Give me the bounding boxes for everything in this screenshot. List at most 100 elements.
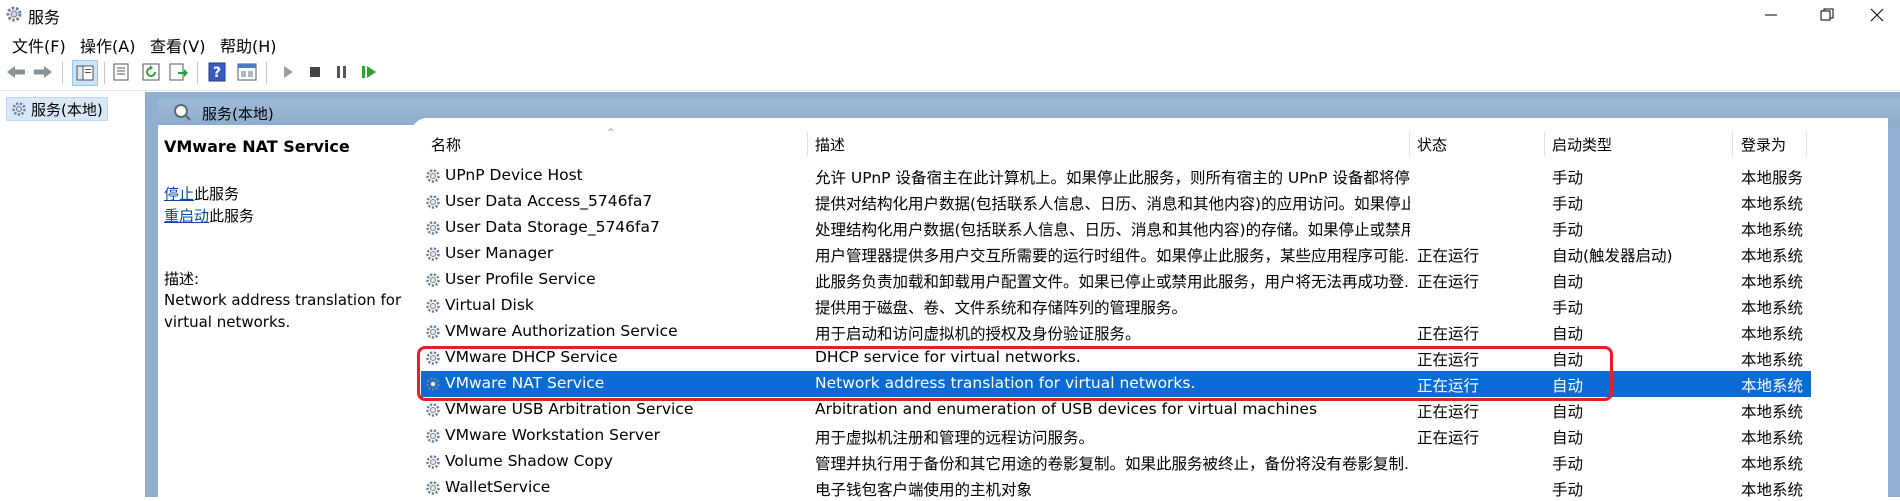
service-description-cell: 提供对结构化用户数据(包括联系人信息、日历、消息和其他内容)的应用访问。如果停止… [815,195,1410,213]
service-name-cell: WalletService [445,478,551,496]
console-tree: 服务(本地) [0,92,146,497]
start-service-icon[interactable] [276,60,300,84]
service-description-cell: Arbitration and enumeration of USB devic… [815,400,1318,418]
service-logon-cell: 本地系统 [1741,273,1804,291]
service-description-cell: 处理结构化用户数据(包括联系人信息、日历、消息和其他内容)的存储。如果停止或禁用… [815,221,1410,239]
service-name-cell: VMware Authorization Service [445,322,678,340]
services-gear-icon [4,4,24,24]
tree-node-services-local[interactable]: 服务(本地) [6,97,108,121]
service-logon-cell: 本地系统 [1741,377,1804,395]
toolbar-separator [104,62,105,84]
tree-node-label: 服务(本地) [31,100,103,119]
column-header-status[interactable]: 状态 [1417,134,1447,156]
service-name-cell: VMware Workstation Server [445,426,660,444]
service-startup-type-cell: 自动 [1552,325,1584,343]
service-startup-type-cell: 自动 [1552,273,1584,291]
service-name-cell: Virtual Disk [445,296,534,314]
service-gear-icon [424,167,442,189]
show-hide-console-tree-icon[interactable] [72,60,98,86]
service-status-cell: 正在运行 [1417,273,1480,291]
table-row[interactable]: VMware Authorization Service 用于启动和访问虚拟机的授… [421,319,1811,345]
service-logon-cell: 本地系统 [1741,351,1804,369]
menu-file[interactable]: 文件(F) [12,33,66,57]
refresh-icon[interactable] [139,60,163,84]
service-description-cell: 此服务负责加载和卸载用户配置文件。如果已停止或禁用此服务，用户将无法再成功登..… [815,273,1410,291]
table-row[interactable]: Virtual Disk 提供用于磁盘、卷、文件系统和存储阵列的管理服务。 手动 本地… [421,293,1811,319]
table-row[interactable]: WalletService 电子钱包客户端使用的主机对象 手动 本地系统 [421,475,1811,501]
service-status-cell: 正在运行 [1417,247,1480,265]
table-row[interactable]: User Profile Service 此服务负责加载和卸载用户配置文件。如果已… [421,267,1811,293]
properties-sheet-icon[interactable] [109,60,133,84]
service-logon-cell: 本地系统 [1741,325,1804,343]
service-gear-icon [424,271,442,293]
table-row[interactable]: User Data Storage_5746fa7 处理结构化用户数据(包括联系人… [421,215,1811,241]
restart-service-link[interactable]: 重启动 [164,207,209,225]
table-row[interactable]: User Manager 用户管理器提供多用户交互所需要的运行时组件。如果停止此服… [421,241,1811,267]
table-row[interactable]: VMware Workstation Server 用于虚拟机注册和管理的远程访问… [421,423,1811,449]
view-icon[interactable] [235,60,259,84]
restart-service-icon[interactable] [357,60,381,84]
restart-action: 重启动此服务 [164,205,254,226]
service-startup-type-cell: 手动 [1552,195,1584,213]
service-startup-type-cell: 自动 [1552,403,1584,421]
service-logon-cell: 本地服务 [1741,169,1804,187]
table-row[interactable]: UPnP Device Host 允许 UPnP 设备宿主在此计算机上。如果停止此… [421,163,1811,189]
close-button[interactable] [1854,0,1900,30]
window-title: 服务 [28,8,61,27]
column-header-name[interactable]: 名称 [431,134,461,156]
service-gear-icon [424,479,442,501]
service-logon-cell: 本地系统 [1741,429,1804,447]
service-logon-cell: 本地系统 [1741,403,1804,421]
toolbar-separator [266,62,267,84]
column-header-logon-as[interactable]: 登录为 [1741,134,1786,156]
help-icon[interactable]: ? [205,60,229,84]
stop-action: 停止此服务 [164,183,239,204]
service-startup-type-cell: 手动 [1552,221,1584,239]
service-description-cell: 用户管理器提供多用户交互所需要的运行时组件。如果停止此服务，某些应用程序可能..… [815,247,1410,265]
table-row[interactable]: Volume Shadow Copy 管理并执行用于备份和其它用途的卷影复制。如果… [421,449,1811,475]
restart-service-suffix: 此服务 [209,207,255,225]
back-icon[interactable] [4,60,28,84]
service-logon-cell: 本地系统 [1741,247,1804,265]
minimize-button[interactable] [1748,0,1794,30]
table-row[interactable]: User Data Access_5746fa7 提供对结构化用户数据(包括联系人… [421,189,1811,215]
column-header-startup-type[interactable]: 启动类型 [1552,134,1612,156]
column-divider [1806,132,1807,156]
svg-text:?: ? [213,65,221,81]
service-detail-pane: VMware NAT Service 停止此服务 重启动此服务 描述: Netw… [158,125,411,497]
service-status-cell: 正在运行 [1417,403,1480,421]
column-header-description[interactable]: 描述 [815,134,845,156]
menu-help[interactable]: 帮助(H) [220,33,277,57]
pause-service-icon[interactable] [330,60,354,84]
export-list-icon[interactable] [167,60,191,84]
service-logon-cell: 本地系统 [1741,455,1804,473]
toolbar-separator [197,62,198,84]
service-startup-type-cell: 自动(触发器启动) [1552,247,1673,265]
service-name-cell: User Profile Service [445,270,596,288]
stop-service-link[interactable]: 停止 [164,185,194,203]
service-startup-type-cell: 手动 [1552,455,1584,473]
stop-service-icon[interactable] [303,60,327,84]
service-name-cell: VMware USB Arbitration Service [445,400,694,418]
menu-action[interactable]: 操作(A) [80,33,135,57]
column-divider [1409,132,1410,156]
title-bar: 服务 [0,0,1900,30]
menu-view[interactable]: 查看(V) [150,33,205,57]
service-description-cell: 提供用于磁盘、卷、文件系统和存储阵列的管理服务。 [815,299,1188,317]
service-name-cell: User Data Storage_5746fa7 [445,218,660,236]
service-gear-icon [424,323,442,345]
description-text: Network address translation for virtual … [164,291,402,331]
service-startup-type-cell: 手动 [1552,169,1584,187]
highlight-annotation-box [417,346,1613,401]
service-logon-cell: 本地系统 [1741,299,1804,317]
forward-icon[interactable] [31,60,55,84]
description-label: 描述: [164,270,200,288]
restore-button[interactable] [1804,0,1850,30]
service-gear-icon [424,245,442,267]
service-gear-icon [424,427,442,449]
service-name-cell: UPnP Device Host [445,166,583,184]
services-list: ^ 名称 描述 状态 启动类型 登录为 UPnP Device Host 允许 U… [411,118,1888,499]
service-gear-icon [424,453,442,475]
toolbar: ? [0,56,1900,91]
service-startup-type-cell: 自动 [1552,429,1584,447]
